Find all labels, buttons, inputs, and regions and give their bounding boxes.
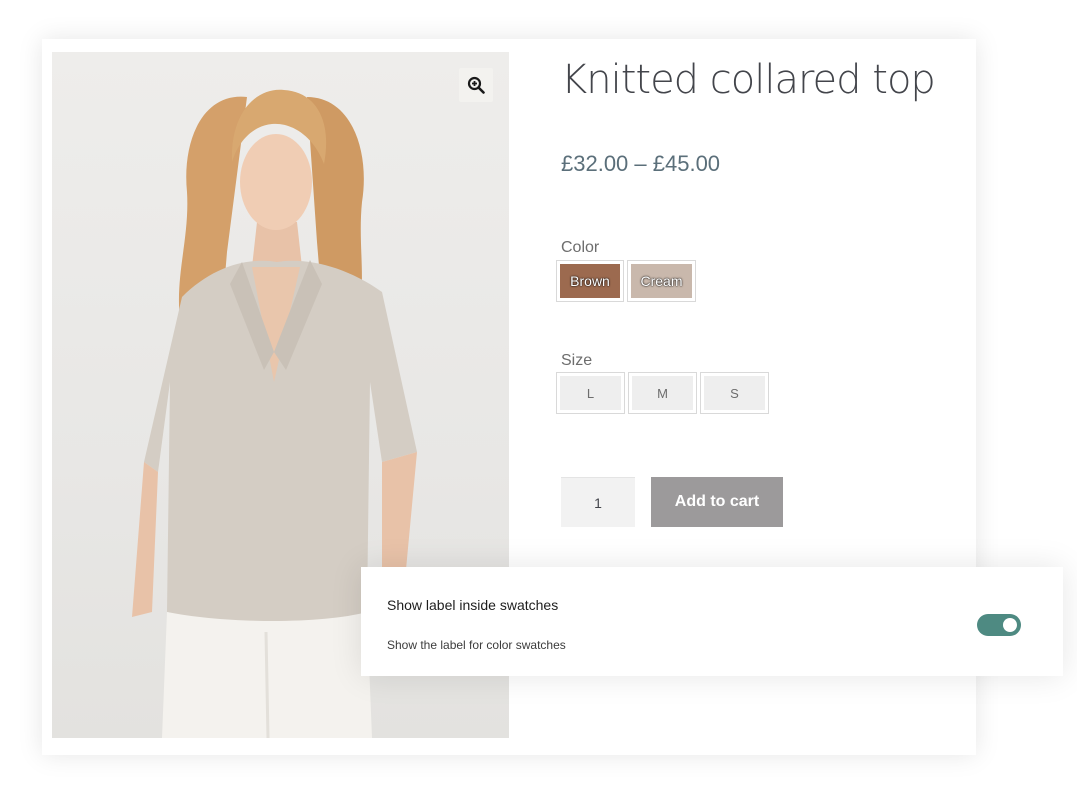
color-attribute-label: Color	[561, 239, 600, 256]
color-swatch-cream[interactable]: Cream	[627, 260, 696, 302]
setting-description: Show the label for color swatches	[387, 638, 566, 652]
page: Knitted collared top £32.00 – £45.00 Col…	[0, 0, 1077, 794]
zoom-in-icon	[467, 76, 485, 94]
product-price: £32.00 – £45.00	[561, 151, 721, 176]
size-swatch-s[interactable]: S	[700, 372, 769, 414]
settings-panel: Show label inside swatches Show the labe…	[361, 567, 1063, 676]
color-swatch-brown-fill: Brown	[560, 264, 620, 298]
color-swatch-label: Cream	[640, 273, 683, 289]
size-swatch-m[interactable]: M	[628, 372, 697, 414]
size-attribute-label: Size	[561, 352, 593, 369]
size-swatch-label: S	[704, 376, 765, 410]
size-swatches: L M S	[556, 372, 769, 414]
color-swatches: Brown Cream	[556, 260, 696, 302]
size-swatch-l[interactable]: L	[556, 372, 625, 414]
show-label-toggle[interactable]	[977, 614, 1021, 636]
size-swatch-label: L	[560, 376, 621, 410]
add-to-cart-button[interactable]: Add to cart	[651, 477, 783, 527]
toggle-knob	[1003, 618, 1017, 632]
color-swatch-cream-fill: Cream	[631, 264, 692, 298]
zoom-button[interactable]	[459, 68, 493, 102]
color-swatch-brown[interactable]: Brown	[556, 260, 624, 302]
setting-title: Show label inside swatches	[387, 597, 559, 613]
color-swatch-label: Brown	[570, 273, 610, 289]
size-swatch-label: M	[632, 376, 693, 410]
quantity-input[interactable]	[561, 477, 635, 527]
product-title: Knitted collared top	[561, 57, 936, 103]
